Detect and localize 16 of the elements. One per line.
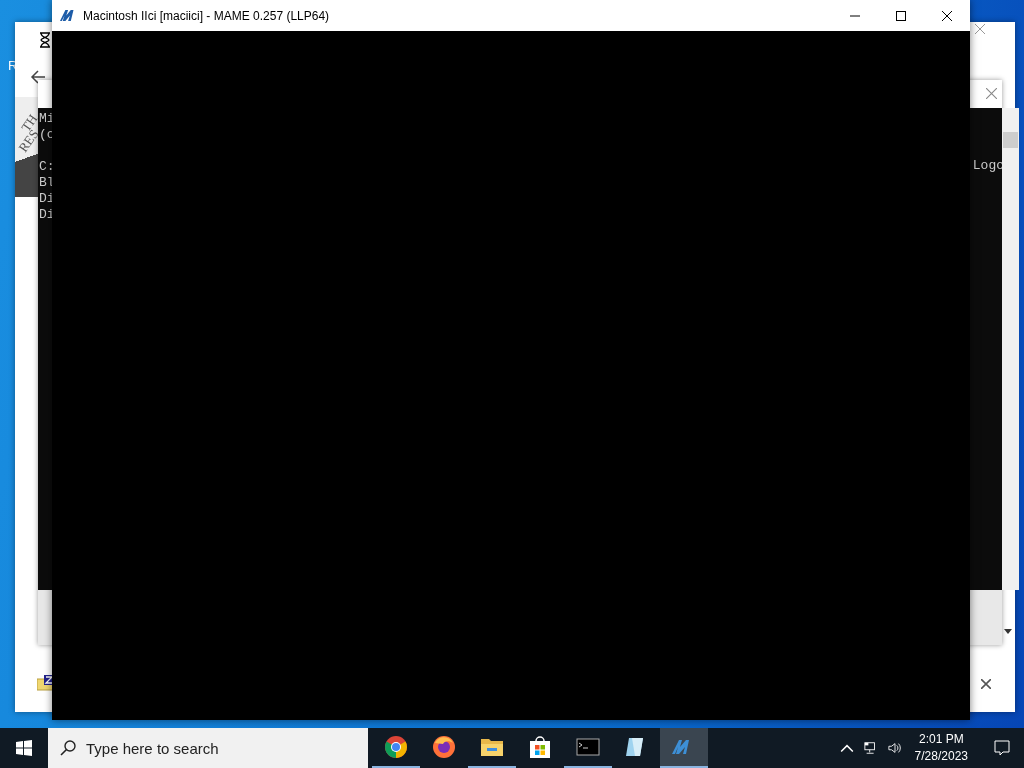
terminal-icon bbox=[576, 735, 600, 759]
clock-date[interactable]: 7/28/2023 bbox=[914, 748, 968, 765]
chrome-icon bbox=[384, 735, 408, 759]
search-field[interactable]: Type here to search bbox=[48, 728, 368, 768]
search-icon bbox=[60, 740, 76, 756]
clock-time[interactable]: 2:01 PM bbox=[918, 731, 964, 748]
console-text: Bl bbox=[39, 175, 55, 191]
chevron-down-icon[interactable] bbox=[1004, 629, 1012, 634]
window-title: Macintosh IIci [maciici] - MAME 0.257 (LLP64) bbox=[83, 8, 330, 23]
console-text: C: bbox=[39, 159, 55, 175]
back-arrow-icon[interactable] bbox=[30, 69, 46, 85]
store-icon bbox=[528, 735, 552, 759]
hourglass-icon bbox=[39, 32, 51, 48]
close-icon[interactable] bbox=[981, 679, 991, 689]
console-text: Mi bbox=[39, 111, 55, 126]
firefox-icon bbox=[432, 735, 456, 759]
